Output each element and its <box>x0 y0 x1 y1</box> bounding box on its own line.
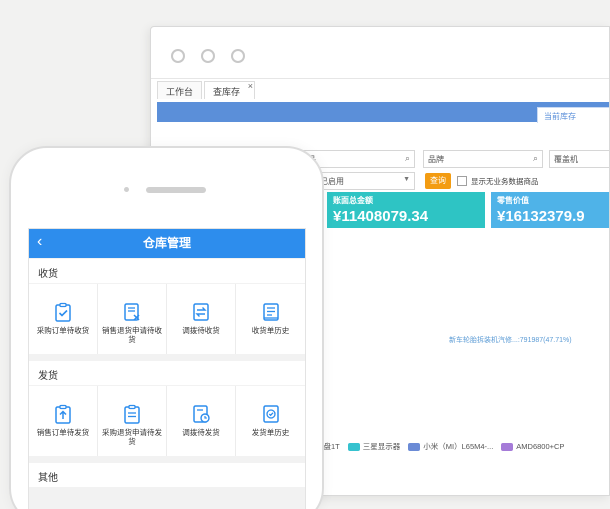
grid-item-so-pending-shipment[interactable]: 销售订单待发货 <box>29 386 98 456</box>
grid-item-transfer-pending-receipt[interactable]: 调拨待收货 <box>167 284 236 354</box>
grid-item-label: 采购退货申请待发货 <box>102 428 162 446</box>
doc-list-icon <box>262 303 279 321</box>
phone-screen: ‹ 仓库管理 收货 采购订单待收货 销售退货申请待收货 调拨待收货 收货单历史 … <box>28 228 306 509</box>
grid-item-label: 销售订单待发货 <box>36 428 90 437</box>
page-title: 仓库管理 <box>142 236 191 250</box>
back-arrow-icon[interactable]: ‹ <box>37 234 42 250</box>
tab-workbench[interactable]: 工作台 <box>157 81 203 99</box>
grid-item-transfer-pending-shipment[interactable]: 调拨待发货 <box>167 386 236 456</box>
grid-item-label: 调拨待发货 <box>182 428 220 437</box>
section-gap <box>29 354 305 360</box>
show-no-data-label: 显示无业务数据商品 <box>471 177 539 186</box>
stat-card-book-total: 账面总金额 ¥11408079.34 <box>327 192 485 228</box>
legend-swatch <box>501 442 514 451</box>
transfer-in-icon <box>193 303 209 321</box>
grid-item-label: 发货单历史 <box>251 428 290 437</box>
grid-item-po-pending-receipt[interactable]: 采购订单待收货 <box>29 284 98 354</box>
doc-x-icon <box>124 303 140 321</box>
tab-bar: 工作台 查库存 × <box>157 81 257 99</box>
shipping-grid: 销售订单待发货 采购退货申请待发货 调拨待发货 发货单历史 <box>29 386 305 456</box>
phone-frame: ‹ 仓库管理 收货 采购订单待收货 销售退货申请待收货 调拨待收货 收货单历史 … <box>9 146 324 509</box>
search-icon[interactable]: ⌕ <box>405 153 410 164</box>
doc-clock-icon <box>193 405 210 423</box>
chart-legend: 三星硬盘1T 三星显示器 小米（MI）L65M4-... AMD6800+CP <box>301 441 564 452</box>
section-title-other: 其他 <box>29 463 305 487</box>
phone-speaker <box>146 187 206 193</box>
window-maximize-dot[interactable] <box>231 49 245 63</box>
grid-item-shipment-history[interactable]: 发货单历史 <box>236 386 305 456</box>
grid-item-sales-return-pending-receipt[interactable]: 销售退货申请待收货 <box>98 284 167 354</box>
legend-swatch <box>408 442 421 451</box>
brand-search-input[interactable]: 品牌 ⌕ <box>423 150 543 168</box>
grid-item-label: 收货单历史 <box>251 326 290 335</box>
tab-label: 工作台 <box>166 87 194 97</box>
pie-chart-label: 新车轮胎拆装机汽修...:791987(47.71%) <box>449 337 572 344</box>
grid-item-label: 调拨待收货 <box>182 326 220 335</box>
query-button[interactable]: 查询 <box>425 173 451 189</box>
status-select[interactable]: 已启用 ▼ <box>315 172 415 190</box>
legend-swatch <box>347 442 360 451</box>
stat-card-value: ¥11408079.34 <box>333 208 429 225</box>
camera-dot <box>124 187 129 192</box>
grid-item-label: 销售退货申请待收货 <box>102 326 162 344</box>
grid-item-receipt-history[interactable]: 收货单历史 <box>236 284 305 354</box>
legend-item-label: 三星显示器 <box>362 442 401 451</box>
attribute-search-input[interactable]: 覆盖机 <box>549 150 609 168</box>
clipboard-up-icon <box>55 404 71 424</box>
stat-card-label: 账面总金额 <box>333 196 373 205</box>
grid-item-purchase-return-pending-shipment[interactable]: 采购退货申请待发货 <box>98 386 167 456</box>
close-icon[interactable]: × <box>248 81 253 91</box>
window-minimize-dot[interactable] <box>201 49 215 63</box>
window-close-dot[interactable] <box>171 49 185 63</box>
legend-item-label: AMD6800+CP <box>516 442 565 451</box>
tab-label: 查库存 <box>213 87 241 97</box>
section-title-receiving: 收货 <box>29 259 305 283</box>
brand-search-placeholder: 品牌 <box>428 155 444 164</box>
receiving-grid: 采购订单待收货 销售退货申请待收货 调拨待收货 收货单历史 <box>29 284 305 354</box>
tab-current-stock[interactable]: 当前库存 <box>537 107 609 123</box>
section-title-shipping: 发货 <box>29 361 305 385</box>
stat-card-label: 零售价值 <box>497 196 529 205</box>
app-header: ‹ 仓库管理 <box>29 229 305 258</box>
legend-item-label: 小米（MI）L65M4-... <box>423 442 494 451</box>
window-titlebar <box>151 27 609 79</box>
show-no-data-checkbox[interactable] <box>457 176 467 186</box>
doc-lines-icon <box>124 404 140 424</box>
stat-card-value: ¥16132379.9 <box>497 208 585 225</box>
clipboard-check-icon <box>55 302 71 322</box>
stat-card-retail-value: 零售价值 ¥16132379.9 <box>491 192 609 228</box>
chevron-down-icon: ▼ <box>403 176 410 183</box>
tab-stock-query[interactable]: 查库存 × <box>204 81 256 99</box>
doc-check-icon <box>262 405 279 423</box>
attribute-search-placeholder: 覆盖机 <box>554 155 578 164</box>
grid-item-label: 采购订单待收货 <box>36 326 90 335</box>
search-icon[interactable]: ⌕ <box>533 153 538 164</box>
section-gap <box>29 456 305 462</box>
